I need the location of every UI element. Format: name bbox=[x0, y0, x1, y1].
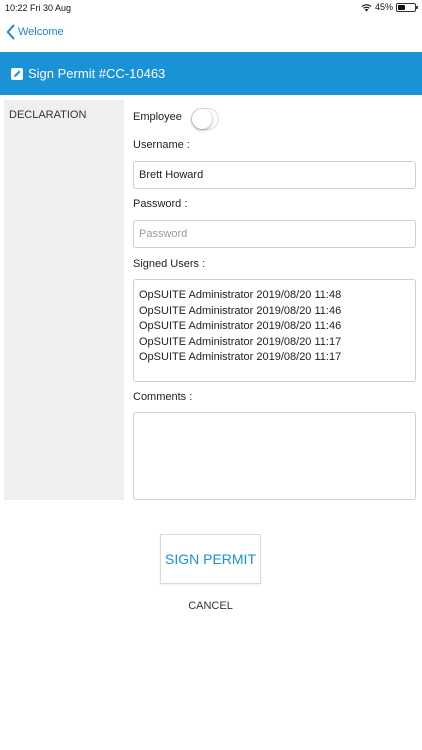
wifi-icon bbox=[361, 3, 372, 11]
employee-toggle[interactable] bbox=[191, 108, 219, 130]
signed-users-label: Signed Users : bbox=[133, 258, 206, 270]
status-bar: 10:22 Fri 30 Aug 45% bbox=[0, 0, 422, 16]
toggle-knob bbox=[192, 109, 212, 129]
back-button-label: Welcome bbox=[18, 26, 64, 38]
section-sidebar: DECLARATION bbox=[4, 100, 124, 500]
password-label: Password : bbox=[133, 198, 188, 210]
section-label-declaration: DECLARATION bbox=[9, 109, 87, 121]
signed-user-item: OpSUITE Administrator 2019/08/20 11:48 bbox=[139, 289, 342, 301]
battery-fill bbox=[398, 4, 406, 10]
signed-user-item: OpSUITE Administrator 2019/08/20 11:17 bbox=[139, 351, 342, 363]
pen-icon bbox=[11, 67, 23, 80]
employee-label: Employee bbox=[133, 111, 182, 123]
page-header: Sign Permit #CC-10463 bbox=[0, 52, 422, 95]
password-field[interactable]: Password bbox=[133, 220, 416, 248]
status-indicators: 45% bbox=[361, 2, 418, 12]
username-label: Username : bbox=[133, 139, 190, 151]
nav-bar: Welcome bbox=[0, 22, 422, 46]
signed-user-item: OpSUITE Administrator 2019/08/20 11:46 bbox=[139, 320, 342, 332]
back-button[interactable]: Welcome bbox=[6, 24, 64, 40]
page-title: Sign Permit #CC-10463 bbox=[28, 66, 166, 81]
signed-user-item: OpSUITE Administrator 2019/08/20 11:46 bbox=[139, 304, 342, 317]
cancel-button[interactable]: CANCEL bbox=[160, 600, 261, 612]
signed-user-item: OpSUITE Administrator 2019/08/20 11:17 bbox=[139, 335, 342, 348]
comments-label: Comments : bbox=[133, 391, 193, 403]
username-field[interactable]: Brett Howard bbox=[133, 161, 416, 189]
signed-users-list: OpSUITE Administrator 2019/08/20 11:48 O… bbox=[133, 279, 416, 382]
comments-field[interactable] bbox=[133, 412, 416, 500]
chevron-left-icon bbox=[6, 24, 15, 40]
battery-icon bbox=[396, 2, 418, 12]
status-time-date: 10:22 Fri 30 Aug bbox=[5, 3, 72, 13]
battery-percent: 45% bbox=[374, 2, 393, 12]
sign-permit-button[interactable]: SIGN PERMIT bbox=[160, 534, 261, 584]
